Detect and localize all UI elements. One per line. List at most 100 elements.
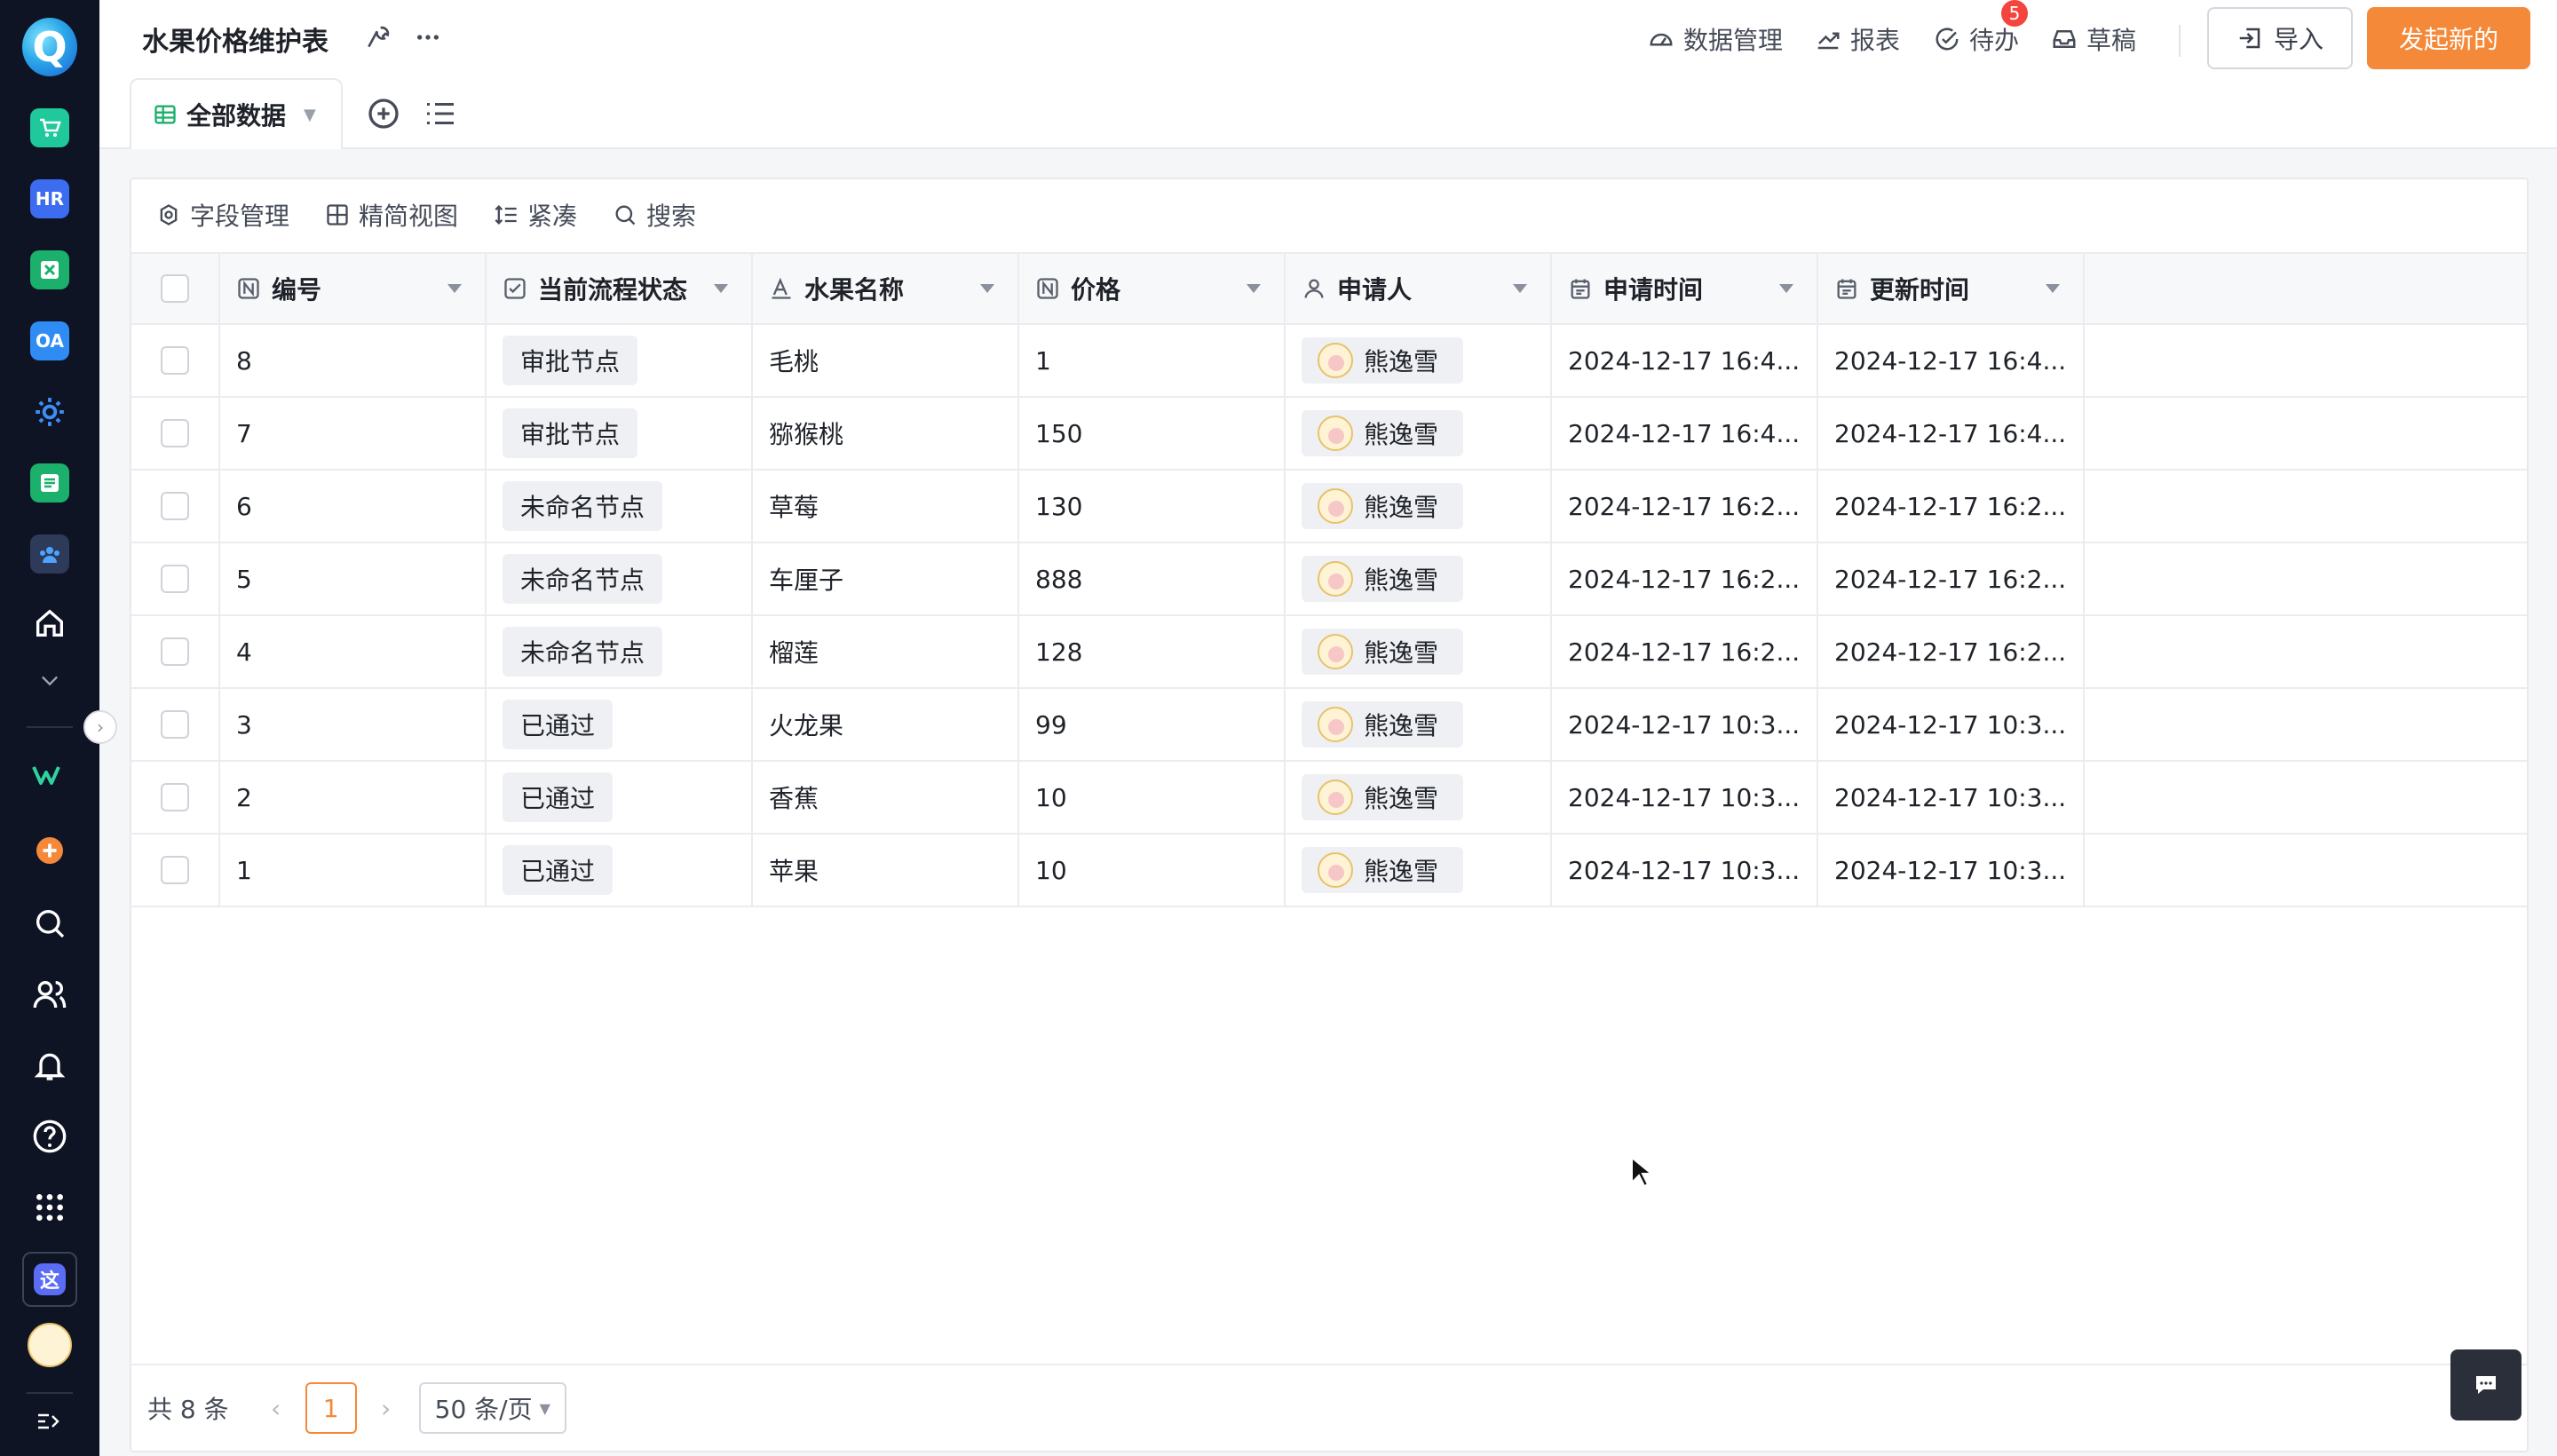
rail-app-store[interactable] [0, 108, 99, 147]
cell-num[interactable]: 5 [220, 543, 487, 614]
prev-page-icon[interactable]: ‹ [261, 1394, 291, 1423]
add-view-icon[interactable] [366, 96, 401, 131]
cell-status[interactable]: 已通过 [487, 762, 753, 833]
rail-add-app[interactable] [0, 835, 99, 866]
row-checkbox[interactable] [161, 637, 189, 666]
cell-num[interactable]: 1 [220, 835, 487, 906]
cell-fruit-name[interactable]: 火龙果 [753, 689, 1019, 760]
next-page-icon[interactable]: › [371, 1394, 401, 1423]
cell-price[interactable]: 150 [1019, 398, 1286, 469]
column-menu-caret-icon[interactable] [2046, 284, 2060, 293]
chat-support-button[interactable] [2450, 1349, 2521, 1420]
cell-num[interactable]: 3 [220, 689, 487, 760]
page-size-select[interactable]: 50 条/页 ▼ [418, 1382, 566, 1434]
caret-down-icon[interactable]: ▼ [304, 106, 316, 124]
new-submission-button[interactable]: 发起新的 [2367, 7, 2530, 69]
field-manage-button[interactable]: 字段管理 [156, 197, 289, 233]
cell-update-time[interactable]: 2024-12-17 16:2... [1818, 616, 2085, 687]
draft-link[interactable]: 草稿 [2051, 21, 2136, 57]
sidebar-toggle-button[interactable]: › [83, 710, 117, 744]
cell-apply-time[interactable]: 2024-12-17 16:2... [1552, 616, 1818, 687]
cell-apply-time[interactable]: 2024-12-17 16:2... [1552, 543, 1818, 614]
cell-apply-time[interactable]: 2024-12-17 10:3... [1552, 689, 1818, 760]
rail-expand-more[interactable] [0, 668, 99, 692]
cell-num[interactable]: 8 [220, 325, 487, 396]
column-header-price[interactable]: 价格 [1019, 254, 1286, 323]
rail-contacts[interactable] [0, 977, 99, 1012]
row-checkbox[interactable] [161, 710, 189, 739]
cell-num[interactable]: 7 [220, 398, 487, 469]
column-menu-caret-icon[interactable] [1247, 284, 1261, 293]
table-search-button[interactable]: 搜索 [613, 197, 696, 233]
row-density-button[interactable]: 紧凑 [494, 197, 577, 233]
column-menu-caret-icon[interactable] [714, 284, 728, 293]
cell-applicant[interactable]: 熊逸雪 [1286, 543, 1552, 614]
rail-app-team[interactable] [0, 534, 99, 574]
cell-price[interactable]: 1 [1019, 325, 1286, 396]
cell-price[interactable]: 130 [1019, 471, 1286, 542]
column-menu-caret-icon[interactable] [980, 284, 994, 293]
cell-price[interactable]: 10 [1019, 835, 1286, 906]
table-row[interactable]: 1 已通过 苹果 10 熊逸雪 2024-12-17 10:3... 2024-12-17 … [131, 835, 2527, 907]
rail-notifications[interactable] [0, 1048, 99, 1083]
cell-num[interactable]: 2 [220, 762, 487, 833]
rail-app-settings[interactable] [0, 392, 99, 431]
table-row[interactable]: 6 未命名节点 草莓 130 熊逸雪 2024-12-17 16:2... 2024-12-… [131, 471, 2527, 543]
cell-update-time[interactable]: 2024-12-17 16:2... [1818, 543, 2085, 614]
cell-status[interactable]: 审批节点 [487, 398, 753, 469]
cell-applicant[interactable]: 熊逸雪 [1286, 616, 1552, 687]
cell-update-time[interactable]: 2024-12-17 10:3... [1818, 689, 2085, 760]
cell-applicant[interactable]: 熊逸雪 [1286, 835, 1552, 906]
column-header-apply-time[interactable]: 申请时间 [1552, 254, 1818, 323]
todo-link[interactable]: 待办 5 [1934, 0, 2029, 57]
cell-update-time[interactable]: 2024-12-17 16:4... [1818, 398, 2085, 469]
cell-price[interactable]: 888 [1019, 543, 1286, 614]
cell-num[interactable]: 4 [220, 616, 487, 687]
list-icon[interactable] [423, 98, 458, 130]
tab-all-data[interactable]: 全部数据 ▼ [130, 78, 343, 149]
row-checkbox[interactable] [161, 856, 189, 884]
cell-update-time[interactable]: 2024-12-17 16:4... [1818, 325, 2085, 396]
row-checkbox[interactable] [161, 783, 189, 811]
row-checkbox[interactable] [161, 492, 189, 520]
cell-status[interactable]: 审批节点 [487, 325, 753, 396]
cell-fruit-name[interactable]: 香蕉 [753, 762, 1019, 833]
rail-search[interactable] [0, 906, 99, 941]
more-icon[interactable] [414, 23, 442, 51]
cell-update-time[interactable]: 2024-12-17 10:3... [1818, 762, 2085, 833]
cell-applicant[interactable]: 熊逸雪 [1286, 689, 1552, 760]
cell-fruit-name[interactable]: 车厘子 [753, 543, 1019, 614]
select-all-checkbox[interactable] [161, 274, 189, 303]
table-row[interactable]: 8 审批节点 毛桃 1 熊逸雪 2024-12-17 16:4... 2024-12-17 … [131, 325, 2527, 398]
table-row[interactable]: 4 未命名节点 榴莲 128 熊逸雪 2024-12-17 16:2... 2024-12-… [131, 616, 2527, 689]
cell-apply-time[interactable]: 2024-12-17 10:3... [1552, 835, 1818, 906]
column-header-applicant[interactable]: 申请人 [1286, 254, 1552, 323]
wrench-icon[interactable] [364, 23, 392, 51]
cell-apply-time[interactable]: 2024-12-17 16:2... [1552, 471, 1818, 542]
cell-status[interactable]: 未命名节点 [487, 616, 753, 687]
cell-apply-time[interactable]: 2024-12-17 10:3... [1552, 762, 1818, 833]
rail-wework[interactable] [0, 762, 99, 788]
cell-fruit-name[interactable]: 苹果 [753, 835, 1019, 906]
column-menu-caret-icon[interactable] [1513, 284, 1527, 293]
cell-num[interactable]: 6 [220, 471, 487, 542]
cell-fruit-name[interactable]: 猕猴桃 [753, 398, 1019, 469]
cell-fruit-name[interactable]: 榴莲 [753, 616, 1019, 687]
column-header-name[interactable]: 水果名称 [753, 254, 1019, 323]
column-header-update-time[interactable]: 更新时间 [1818, 254, 2085, 323]
page-number-current[interactable]: 1 [305, 1382, 357, 1434]
cell-status[interactable]: 未命名节点 [487, 471, 753, 542]
rail-app-form[interactable] [0, 463, 99, 502]
cell-applicant[interactable]: 熊逸雪 [1286, 325, 1552, 396]
rail-help[interactable] [0, 1119, 99, 1154]
cell-apply-time[interactable]: 2024-12-17 16:4... [1552, 398, 1818, 469]
rail-home[interactable] [0, 605, 99, 641]
cell-price[interactable]: 99 [1019, 689, 1286, 760]
rail-app-excel[interactable] [0, 250, 99, 289]
cell-status[interactable]: 已通过 [487, 689, 753, 760]
rail-collapse[interactable] [0, 1408, 99, 1435]
rail-app-oa[interactable]: OA [0, 321, 99, 360]
cell-fruit-name[interactable]: 毛桃 [753, 325, 1019, 396]
cell-update-time[interactable]: 2024-12-17 10:3... [1818, 835, 2085, 906]
rail-app-grid[interactable] [0, 1190, 99, 1225]
